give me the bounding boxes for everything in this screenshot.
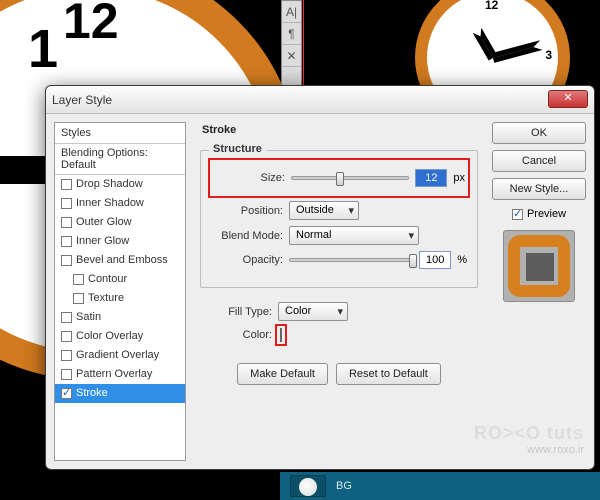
style-label: Contour: [88, 273, 127, 285]
watermark: RO><O tuts www.roxo.ir: [474, 423, 584, 456]
size-slider[interactable]: [291, 176, 409, 180]
size-input[interactable]: 12: [415, 169, 447, 187]
style-checkbox[interactable]: [73, 293, 84, 304]
layer-name[interactable]: BG: [336, 480, 352, 492]
structure-legend: Structure: [209, 143, 266, 155]
style-row-color-overlay[interactable]: Color Overlay: [55, 327, 185, 346]
style-label: Drop Shadow: [76, 178, 143, 190]
style-label: Gradient Overlay: [76, 349, 159, 361]
style-checkbox[interactable]: [61, 198, 72, 209]
structure-group: Structure Size: 12 px Position: Outside …: [200, 150, 478, 288]
color-swatch[interactable]: [280, 328, 282, 342]
style-checkbox[interactable]: [61, 331, 72, 342]
clock-number-1: 1: [28, 18, 58, 80]
style-checkbox[interactable]: [61, 312, 72, 323]
tool-paragraph-icon[interactable]: ¶: [282, 23, 301, 45]
style-row-inner-glow[interactable]: Inner Glow: [55, 232, 185, 251]
slider-thumb[interactable]: [409, 254, 417, 268]
preview-label: Preview: [527, 208, 566, 220]
layers-bar: BG: [280, 472, 600, 500]
style-checkbox[interactable]: [61, 388, 72, 399]
style-label: Pattern Overlay: [76, 368, 152, 380]
position-label: Position:: [211, 205, 283, 217]
dialog-titlebar[interactable]: Layer Style ✕: [46, 86, 594, 114]
style-checkbox[interactable]: [61, 217, 72, 228]
tool-a-icon[interactable]: A|: [282, 1, 301, 23]
style-label: Texture: [88, 292, 124, 304]
preview-thumbnail: [503, 230, 575, 302]
style-label: Inner Glow: [76, 235, 129, 247]
opacity-label: Opacity:: [211, 254, 283, 266]
clock-number-12: 12: [63, 0, 119, 50]
style-checkbox[interactable]: [73, 274, 84, 285]
style-row-drop-shadow[interactable]: Drop Shadow: [55, 175, 185, 194]
reset-default-button[interactable]: Reset to Default: [336, 363, 441, 385]
preview-checkbox[interactable]: [512, 209, 523, 220]
tool-strip: A| ¶ ✕: [281, 0, 302, 90]
style-row-gradient-overlay[interactable]: Gradient Overlay: [55, 346, 185, 365]
sc-3: 3: [545, 48, 552, 62]
style-label: Satin: [76, 311, 101, 323]
size-unit: px: [453, 172, 465, 184]
opacity-unit: %: [457, 254, 467, 266]
style-label: Outer Glow: [76, 216, 132, 228]
small-hand: [491, 40, 542, 63]
dialog-title: Layer Style: [52, 93, 112, 107]
style-label: Bevel and Emboss: [76, 254, 168, 266]
fill-type-label: Fill Type:: [200, 306, 272, 318]
style-checkbox[interactable]: [61, 179, 72, 190]
blend-mode-label: Blend Mode:: [211, 230, 283, 242]
color-label: Color:: [200, 329, 272, 341]
fill-type-select[interactable]: Color: [278, 302, 348, 321]
style-row-outer-glow[interactable]: Outer Glow: [55, 213, 185, 232]
style-row-contour[interactable]: Contour: [55, 270, 185, 289]
style-label: Stroke: [76, 387, 108, 399]
style-row-texture[interactable]: Texture: [55, 289, 185, 308]
ok-button[interactable]: OK: [492, 122, 586, 144]
style-row-inner-shadow[interactable]: Inner Shadow: [55, 194, 185, 213]
position-select[interactable]: Outside: [289, 201, 359, 220]
size-highlight: Size: 12 px: [208, 158, 470, 198]
opacity-input[interactable]: 100: [419, 251, 451, 269]
color-highlight: [275, 324, 287, 346]
style-checkbox[interactable]: [61, 255, 72, 266]
layer-thumbnail[interactable]: [290, 475, 326, 497]
style-row-stroke[interactable]: Stroke: [55, 384, 185, 403]
guide-line: [303, 0, 304, 90]
opacity-slider[interactable]: [289, 258, 413, 262]
style-label: Color Overlay: [76, 330, 143, 342]
size-label: Size:: [213, 172, 285, 184]
dialog-right-column: OK Cancel New Style... Preview: [492, 122, 586, 461]
layer-style-dialog: Layer Style ✕ Styles Blending Options: D…: [45, 85, 595, 470]
style-checkbox[interactable]: [61, 236, 72, 247]
watermark-title: RO><O tuts: [474, 423, 584, 444]
styles-header[interactable]: Styles: [55, 123, 185, 144]
blend-mode-select[interactable]: Normal: [289, 226, 419, 245]
thumb-circle: [299, 478, 317, 496]
tool-x-icon[interactable]: ✕: [282, 45, 301, 67]
close-icon: ✕: [563, 92, 572, 104]
cancel-button[interactable]: Cancel: [492, 150, 586, 172]
style-label: Inner Shadow: [76, 197, 144, 209]
style-row-pattern-overlay[interactable]: Pattern Overlay: [55, 365, 185, 384]
sc-12: 12: [485, 0, 498, 12]
style-row-satin[interactable]: Satin: [55, 308, 185, 327]
preview-square: [526, 253, 554, 281]
style-checkbox[interactable]: [61, 369, 72, 380]
watermark-url: www.roxo.ir: [474, 444, 584, 456]
blending-options-row[interactable]: Blending Options: Default: [55, 144, 185, 175]
style-checkbox[interactable]: [61, 350, 72, 361]
new-style-button[interactable]: New Style...: [492, 178, 586, 200]
panel-title: Stroke: [202, 124, 478, 136]
style-row-bevel-and-emboss[interactable]: Bevel and Emboss: [55, 251, 185, 270]
close-button[interactable]: ✕: [548, 90, 588, 108]
styles-list: Styles Blending Options: Default Drop Sh…: [54, 122, 186, 461]
slider-thumb[interactable]: [336, 172, 344, 186]
small-hand-2: [472, 27, 497, 60]
settings-panel: Stroke Structure Size: 12 px Position: O…: [194, 122, 484, 461]
make-default-button[interactable]: Make Default: [237, 363, 328, 385]
